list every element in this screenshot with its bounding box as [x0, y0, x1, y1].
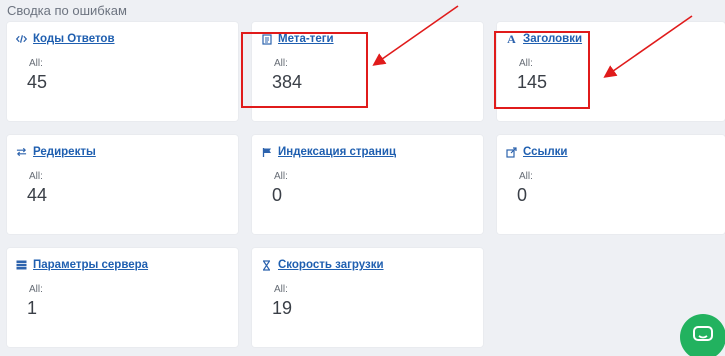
chat-button[interactable] — [680, 314, 725, 356]
annotation-arrows — [372, 5, 693, 78]
error-summary-page: Сводка по ошибкам Коды Ответов All: 45 М… — [0, 0, 725, 356]
chat-icon — [693, 325, 713, 349]
annotation-arrow — [603, 15, 693, 78]
annotation-arrow — [372, 5, 459, 66]
